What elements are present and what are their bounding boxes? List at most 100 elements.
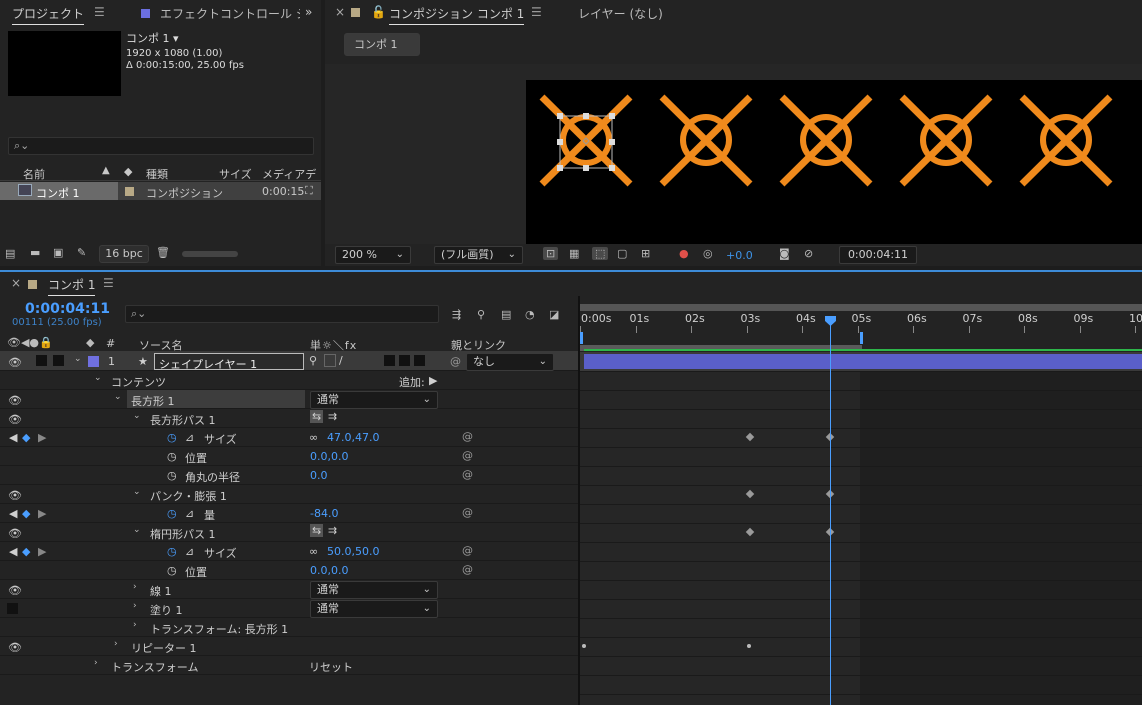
path-direction-alt-icon[interactable]: ⇉ <box>328 524 337 537</box>
col-source-name[interactable]: ソース名 <box>139 337 182 353</box>
stroke-row[interactable]: 👁 › 線 1 通常 ⌄ <box>0 580 578 599</box>
solo-toggle[interactable] <box>36 355 47 366</box>
visibility-eye-icon[interactable]: 👁 <box>8 413 22 426</box>
comp-menu-icon[interactable]: ☰ <box>531 5 542 19</box>
expand-chevron-icon[interactable]: › <box>133 620 137 630</box>
col-size[interactable]: サイズ <box>219 166 252 182</box>
expand-chevron-icon[interactable]: ⌄ <box>94 373 102 383</box>
ellipse-position-value[interactable]: 0.0,0.0 <box>310 564 348 577</box>
graph-editor-icon[interactable]: ◪ <box>549 308 559 321</box>
ellipse-position-row[interactable]: ◷ 位置 0.0,0.0 @ <box>0 561 578 580</box>
expand-chevron-icon[interactable]: › <box>133 601 137 611</box>
prev-keyframe-icon[interactable]: ◀ <box>9 507 17 520</box>
stopwatch-icon[interactable]: ◷ <box>167 431 177 444</box>
repeater-keyframe-dot[interactable] <box>582 644 586 648</box>
folder-icon[interactable]: ▬ <box>30 246 40 259</box>
layer-row[interactable]: 👁 ⌄ 1 ★ シェイプレイヤー 1 ⚲ / @ なし ⌄ <box>0 352 578 371</box>
transform-row[interactable]: › トランスフォーム リセット <box>0 656 578 675</box>
time-ruler[interactable]: 0:00s 01s 02s 03s 04s 05s 06s 07s 08s 09s 10 <box>580 300 1142 352</box>
layer-name-field[interactable]: シェイプレイヤー 1 <box>154 353 304 371</box>
next-keyframe-icon[interactable]: ▶ <box>38 545 46 558</box>
path-direction-icon[interactable]: ⇆ <box>310 524 324 537</box>
thumbnail-slider[interactable] <box>182 251 238 257</box>
stopwatch-icon[interactable]: ◷ <box>167 545 177 558</box>
expand-chevron-icon[interactable]: › <box>114 639 118 649</box>
expand-chevron-icon[interactable]: › <box>133 582 137 592</box>
work-area-end[interactable] <box>860 332 863 344</box>
tab-layer[interactable]: レイヤー (なし) <box>578 5 663 22</box>
shy-icon[interactable]: ⚲ <box>477 308 485 321</box>
stopwatch-icon[interactable]: ◷ <box>167 564 177 577</box>
add-keyframe-icon[interactable]: ◆ <box>22 431 30 444</box>
lock-toggle[interactable] <box>53 355 64 366</box>
av-switches-icon[interactable]: 👁◀●🔒 <box>7 336 53 349</box>
work-area-bar[interactable] <box>580 304 1142 311</box>
reset-link[interactable]: リセット <box>309 659 353 675</box>
keyframe[interactable] <box>745 489 755 499</box>
expression-pick-icon[interactable]: @ <box>462 544 473 557</box>
stopwatch-icon[interactable]: ◷ <box>167 469 177 482</box>
lock-icon[interactable]: 🔓 <box>371 5 386 19</box>
graph-icon[interactable]: ⊿ <box>185 431 194 444</box>
stroke-blend-dropdown[interactable]: 通常 ⌄ <box>310 581 438 599</box>
expression-pick-icon[interactable]: @ <box>462 506 473 519</box>
close-icon[interactable]: × <box>335 5 345 19</box>
comp-mini-flowchart-icon[interactable]: ⇶ <box>452 308 461 321</box>
interpret-footage-icon[interactable]: ▤ <box>5 247 15 260</box>
motion-blur-icon[interactable]: ◔ <box>525 308 535 321</box>
project-search-input[interactable]: ⌕⌄ <box>8 137 314 155</box>
visibility-eye-icon[interactable]: 👁 <box>8 584 22 597</box>
close-icon[interactable]: × <box>11 276 21 290</box>
switch-shy-icon[interactable]: ⚲ <box>309 354 317 367</box>
tab-effect-controls[interactable]: エフェクトコントロール シ <box>160 5 300 22</box>
more-tabs-icon[interactable]: » <box>305 5 312 19</box>
roundness-row[interactable]: ◷ 角丸の半径 0.0 @ <box>0 466 578 485</box>
ellipse-size-value[interactable]: 50.0,50.0 <box>327 545 379 558</box>
timeline-search-input[interactable]: ⌕⌄ <box>125 305 439 323</box>
tab-timeline-comp[interactable]: コンポ 1 <box>48 276 96 296</box>
col-parent-link[interactable]: 親とリンク <box>451 337 506 353</box>
expression-pick-icon[interactable]: @ <box>462 468 473 481</box>
ellipse-path-row[interactable]: 👁 ⌄ 楕円形パス 1 ⇆ ⇉ <box>0 523 578 542</box>
size-value[interactable]: 47.0,47.0 <box>327 431 379 444</box>
expression-pick-icon[interactable]: @ <box>462 449 473 462</box>
stopwatch-icon[interactable]: ◷ <box>167 507 177 520</box>
mask-visibility-icon[interactable]: ⬚ <box>592 247 609 260</box>
fast-preview-icon[interactable]: ⊡ <box>543 247 559 260</box>
expand-chevron-icon[interactable]: ⌄ <box>133 487 141 497</box>
visibility-eye-icon[interactable]: 👁 <box>8 394 22 407</box>
visibility-eye-icon[interactable]: 👁 <box>8 641 22 654</box>
prev-keyframe-icon[interactable]: ◀ <box>9 545 17 558</box>
label-tag-icon[interactable]: ◆ <box>86 336 94 349</box>
comp-subtab[interactable]: コンポ 1 <box>344 33 420 56</box>
layer-duration-bar[interactable] <box>584 354 1142 369</box>
current-time-display[interactable]: 0:00:04:11 <box>839 246 917 264</box>
next-keyframe-icon[interactable]: ▶ <box>38 507 46 520</box>
project-item-row[interactable]: コンポ 1 コンポジション 0:00:15 ⛶ <box>0 182 321 200</box>
position-row[interactable]: ◷ 位置 0.0,0.0 @ <box>0 447 578 466</box>
switch-3d[interactable] <box>414 355 425 366</box>
expand-chevron-icon[interactable]: ⌄ <box>133 525 141 535</box>
repeater-row[interactable]: 👁 › リピーター 1 <box>0 637 578 656</box>
grid-guides-icon[interactable]: ⊞ <box>641 247 650 260</box>
path-direction-alt-icon[interactable]: ⇉ <box>328 410 337 423</box>
constrain-link-icon[interactable]: ∞ <box>309 431 318 444</box>
blend-mode-dropdown[interactable]: 通常 ⌄ <box>310 391 438 409</box>
project-menu-icon[interactable]: ☰ <box>94 5 105 19</box>
show-snapshot-icon[interactable]: ⊘ <box>804 247 813 260</box>
path-direction-icon[interactable]: ⇆ <box>310 410 324 423</box>
switch-collapse[interactable] <box>324 354 336 367</box>
timeline-menu-icon[interactable]: ☰ <box>103 276 114 290</box>
prev-keyframe-icon[interactable]: ◀ <box>9 431 17 444</box>
tab-project[interactable]: プロジェクト <box>12 5 85 25</box>
playhead-line[interactable] <box>830 317 831 705</box>
expand-chevron-icon[interactable]: ⌄ <box>133 411 141 421</box>
stopwatch-icon[interactable]: ◷ <box>167 450 177 463</box>
transparency-grid-icon[interactable]: ▦ <box>569 247 579 260</box>
flowchart-icon[interactable]: ⛶ <box>305 184 313 198</box>
expression-pick-icon[interactable]: @ <box>462 430 473 443</box>
graph-icon[interactable]: ⊿ <box>185 545 194 558</box>
expand-chevron-icon[interactable]: ⌄ <box>74 354 82 364</box>
roundness-value[interactable]: 0.0 <box>310 469 328 482</box>
fill-row[interactable]: › 塗り 1 通常 ⌄ <box>0 599 578 618</box>
